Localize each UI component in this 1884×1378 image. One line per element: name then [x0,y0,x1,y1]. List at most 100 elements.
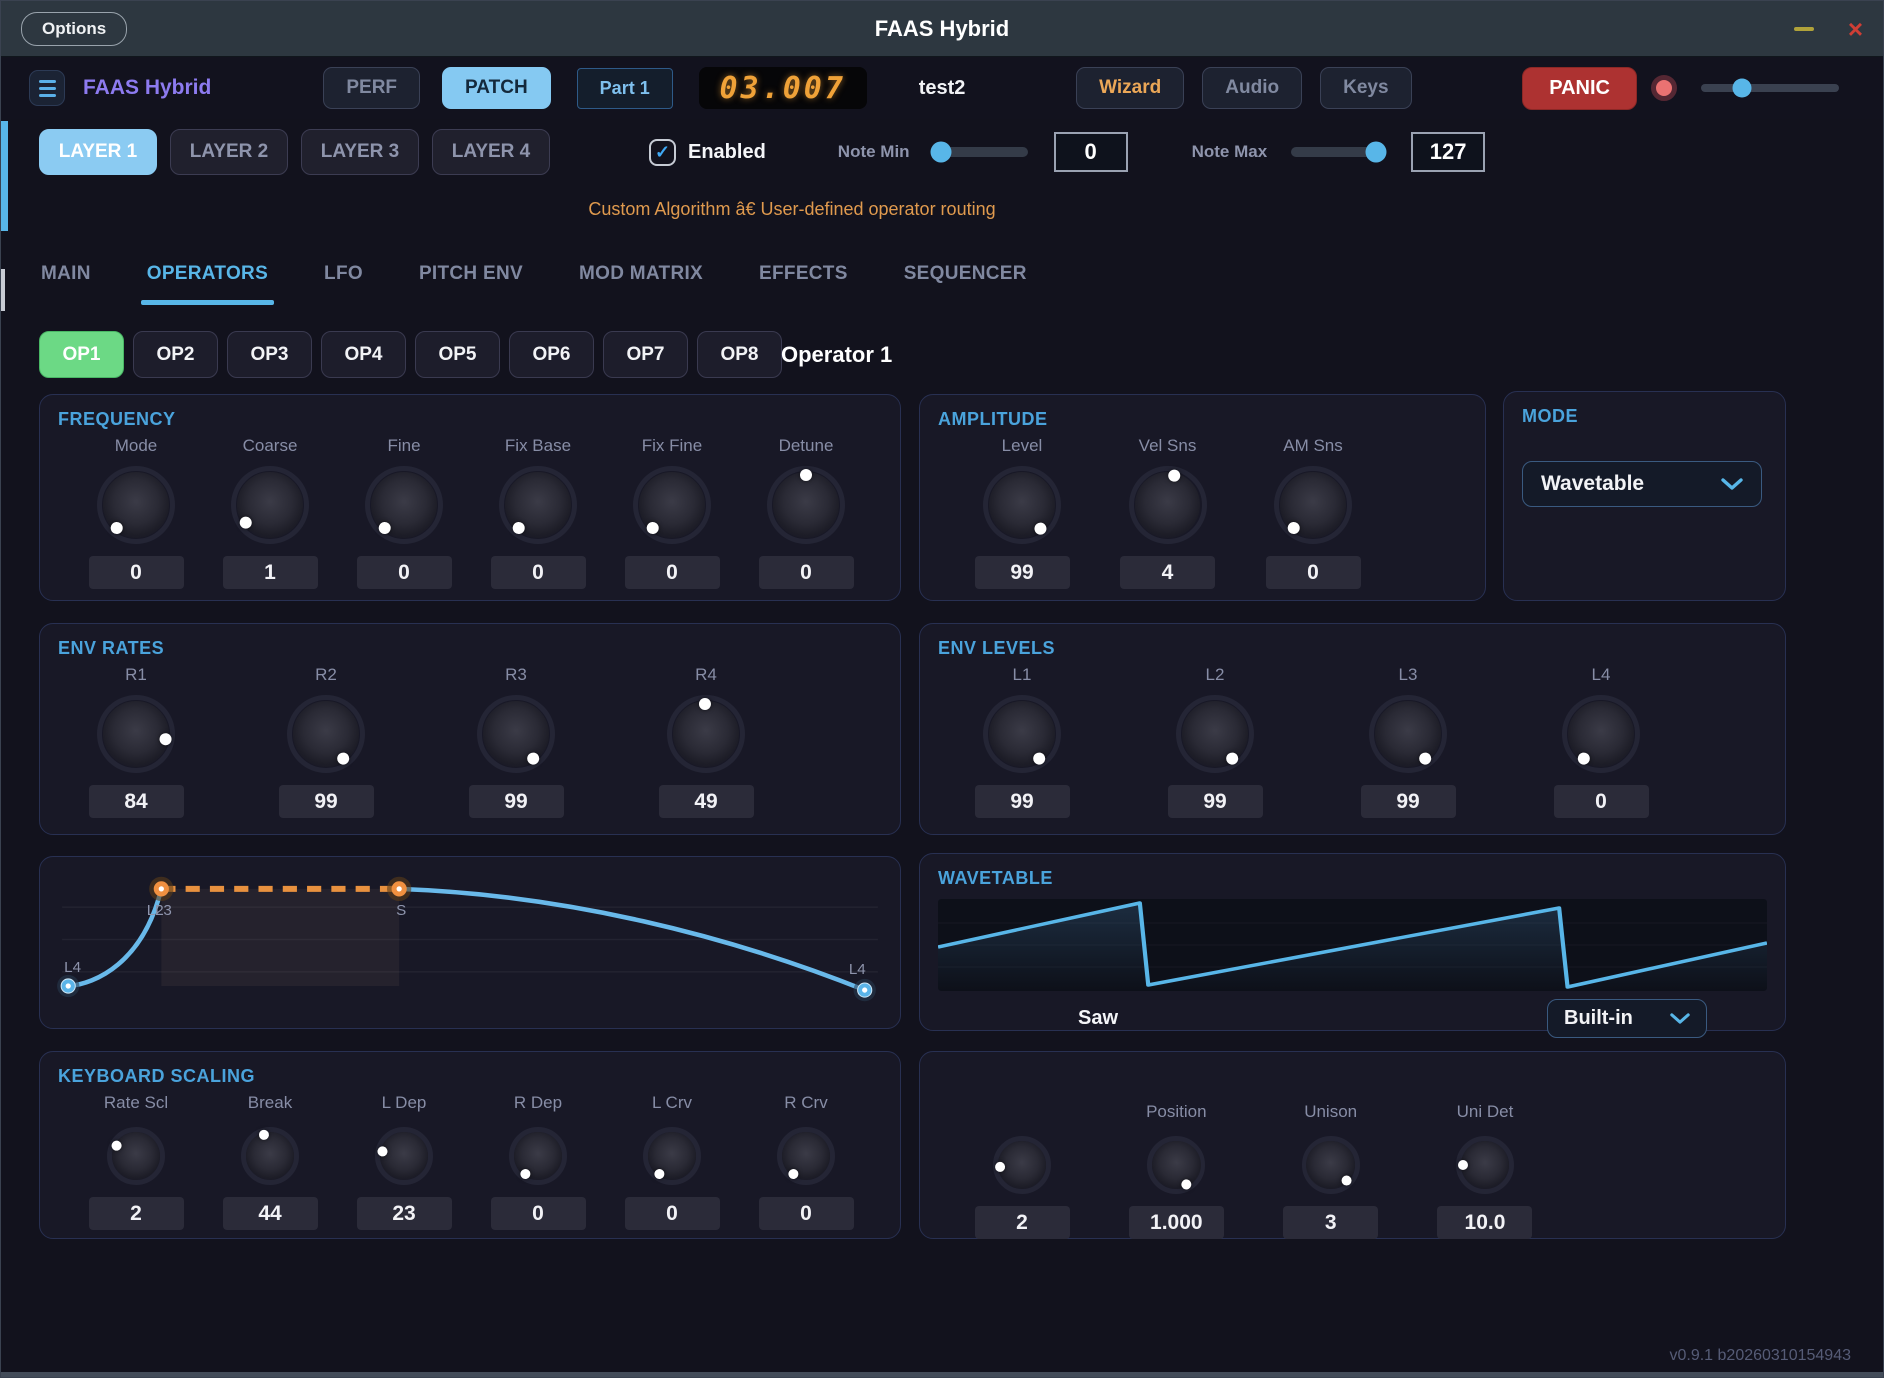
break-value[interactable]: 44 [223,1197,318,1230]
fix-base-knob[interactable] [499,466,577,544]
layer-tab-layer-1[interactable]: LAYER 1 [39,129,157,175]
unison-knob[interactable] [1302,1136,1360,1194]
envelope-graph[interactable]: L2 L3 S L4 L4 [50,863,890,1022]
mode-value[interactable]: 0 [89,556,184,589]
op-button-op8[interactable]: OP8 [697,331,782,378]
options-button[interactable]: Options [21,12,127,46]
mode-knob[interactable] [97,466,175,544]
menu-icon[interactable] [29,70,65,106]
tab-operators[interactable]: OPERATORS [147,263,268,285]
vel-sns-value[interactable]: 4 [1120,556,1215,589]
note-max-slider-thumb[interactable] [1365,142,1386,163]
l4-knob[interactable] [1562,695,1640,773]
l-dep-knob[interactable] [375,1127,433,1185]
keys-button[interactable]: Keys [1320,67,1411,109]
minimize-icon[interactable] [1794,27,1814,31]
l-crv-knob[interactable] [643,1127,701,1185]
fine-knob[interactable] [365,466,443,544]
fix-base-value[interactable]: 0 [491,556,586,589]
uni-det-value[interactable]: 10.0 [1437,1206,1532,1239]
wavetable-source-select[interactable]: Built-in [1547,999,1707,1038]
op-button-op6[interactable]: OP6 [509,331,594,378]
r2-knob[interactable] [287,695,365,773]
vel-sns-knob[interactable] [1129,466,1207,544]
r-crv-value[interactable]: 0 [759,1197,854,1230]
break-knob[interactable] [241,1127,299,1185]
level-knob[interactable] [983,466,1061,544]
tab-mod-matrix[interactable]: MOD MATRIX [579,263,703,285]
unlabeled-value[interactable]: 2 [975,1206,1070,1239]
l3-knob[interactable] [1369,695,1447,773]
op-button-op7[interactable]: OP7 [603,331,688,378]
record-indicator-icon[interactable] [1651,75,1677,101]
algorithm-note[interactable]: Custom Algorithm â€ User-defined operato… [1,199,1583,220]
chevron-down-icon [1721,477,1743,491]
l3-value[interactable]: 99 [1361,785,1456,818]
op-button-op4[interactable]: OP4 [321,331,406,378]
r1-value[interactable]: 84 [89,785,184,818]
l1-knob[interactable] [983,695,1061,773]
layer-tab-layer-2[interactable]: LAYER 2 [170,129,288,175]
r1-knob[interactable] [97,695,175,773]
volume-slider-thumb[interactable] [1733,79,1752,98]
op-button-op3[interactable]: OP3 [227,331,312,378]
unlabeled-knob[interactable] [993,1136,1051,1194]
note-max-value[interactable]: 127 [1411,132,1485,172]
note-min-value[interactable]: 0 [1054,132,1128,172]
r-dep-value[interactable]: 0 [491,1197,586,1230]
tab-lfo[interactable]: LFO [324,263,363,285]
position-value[interactable]: 1.000 [1129,1206,1224,1239]
detune-knob[interactable] [767,466,845,544]
part-button[interactable]: Part 1 [577,68,673,109]
op-button-op2[interactable]: OP2 [133,331,218,378]
fix-fine-value[interactable]: 0 [625,556,720,589]
tab-main[interactable]: MAIN [41,263,91,285]
r4-value[interactable]: 49 [659,785,754,818]
enabled-checkbox[interactable]: ✓ [649,139,676,166]
audio-button[interactable]: Audio [1202,67,1302,109]
position-knob[interactable] [1147,1136,1205,1194]
r2-value[interactable]: 99 [279,785,374,818]
rate-scl-knob[interactable] [107,1127,165,1185]
level-value[interactable]: 99 [975,556,1070,589]
layer-tabs: LAYER 1 LAYER 2 LAYER 3 LAYER 4 [39,129,563,175]
detune-value[interactable]: 0 [759,556,854,589]
wizard-button[interactable]: Wizard [1076,67,1184,109]
l-crv-value[interactable]: 0 [625,1197,720,1230]
r-dep-knob[interactable] [509,1127,567,1185]
tab-sequencer[interactable]: SEQUENCER [904,263,1027,285]
close-icon[interactable]: × [1848,16,1863,42]
fix-fine-knob[interactable] [633,466,711,544]
tab-effects[interactable]: EFFECTS [759,263,848,285]
volume-slider[interactable] [1701,84,1839,92]
coarse-knob[interactable] [231,466,309,544]
r3-value[interactable]: 99 [469,785,564,818]
l2-knob[interactable] [1176,695,1254,773]
tab-pitch-env[interactable]: PITCH ENV [419,263,523,285]
r4-knob[interactable] [667,695,745,773]
rate-scl-value[interactable]: 2 [89,1197,184,1230]
l4-value[interactable]: 0 [1554,785,1649,818]
am-sns-value[interactable]: 0 [1266,556,1361,589]
coarse-value[interactable]: 1 [223,556,318,589]
layer-tab-layer-3[interactable]: LAYER 3 [301,129,419,175]
r3-knob[interactable] [477,695,555,773]
uni-det-knob[interactable] [1456,1136,1514,1194]
layer-tab-layer-4[interactable]: LAYER 4 [432,129,550,175]
note-min-slider[interactable] [934,147,1028,157]
unison-value[interactable]: 3 [1283,1206,1378,1239]
l-dep-value[interactable]: 23 [357,1197,452,1230]
op-button-op5[interactable]: OP5 [415,331,500,378]
l1-value[interactable]: 99 [975,785,1070,818]
note-min-slider-thumb[interactable] [931,142,952,163]
patch-button[interactable]: PATCH [442,67,551,109]
op-button-op1[interactable]: OP1 [39,331,124,378]
am-sns-knob[interactable] [1274,466,1352,544]
fine-value[interactable]: 0 [357,556,452,589]
mode-select[interactable]: Wavetable [1522,461,1762,507]
note-max-slider[interactable] [1291,147,1385,157]
l2-value[interactable]: 99 [1168,785,1263,818]
panic-button[interactable]: PANIC [1522,67,1637,110]
perf-button[interactable]: PERF [323,67,420,109]
r-crv-knob[interactable] [777,1127,835,1185]
